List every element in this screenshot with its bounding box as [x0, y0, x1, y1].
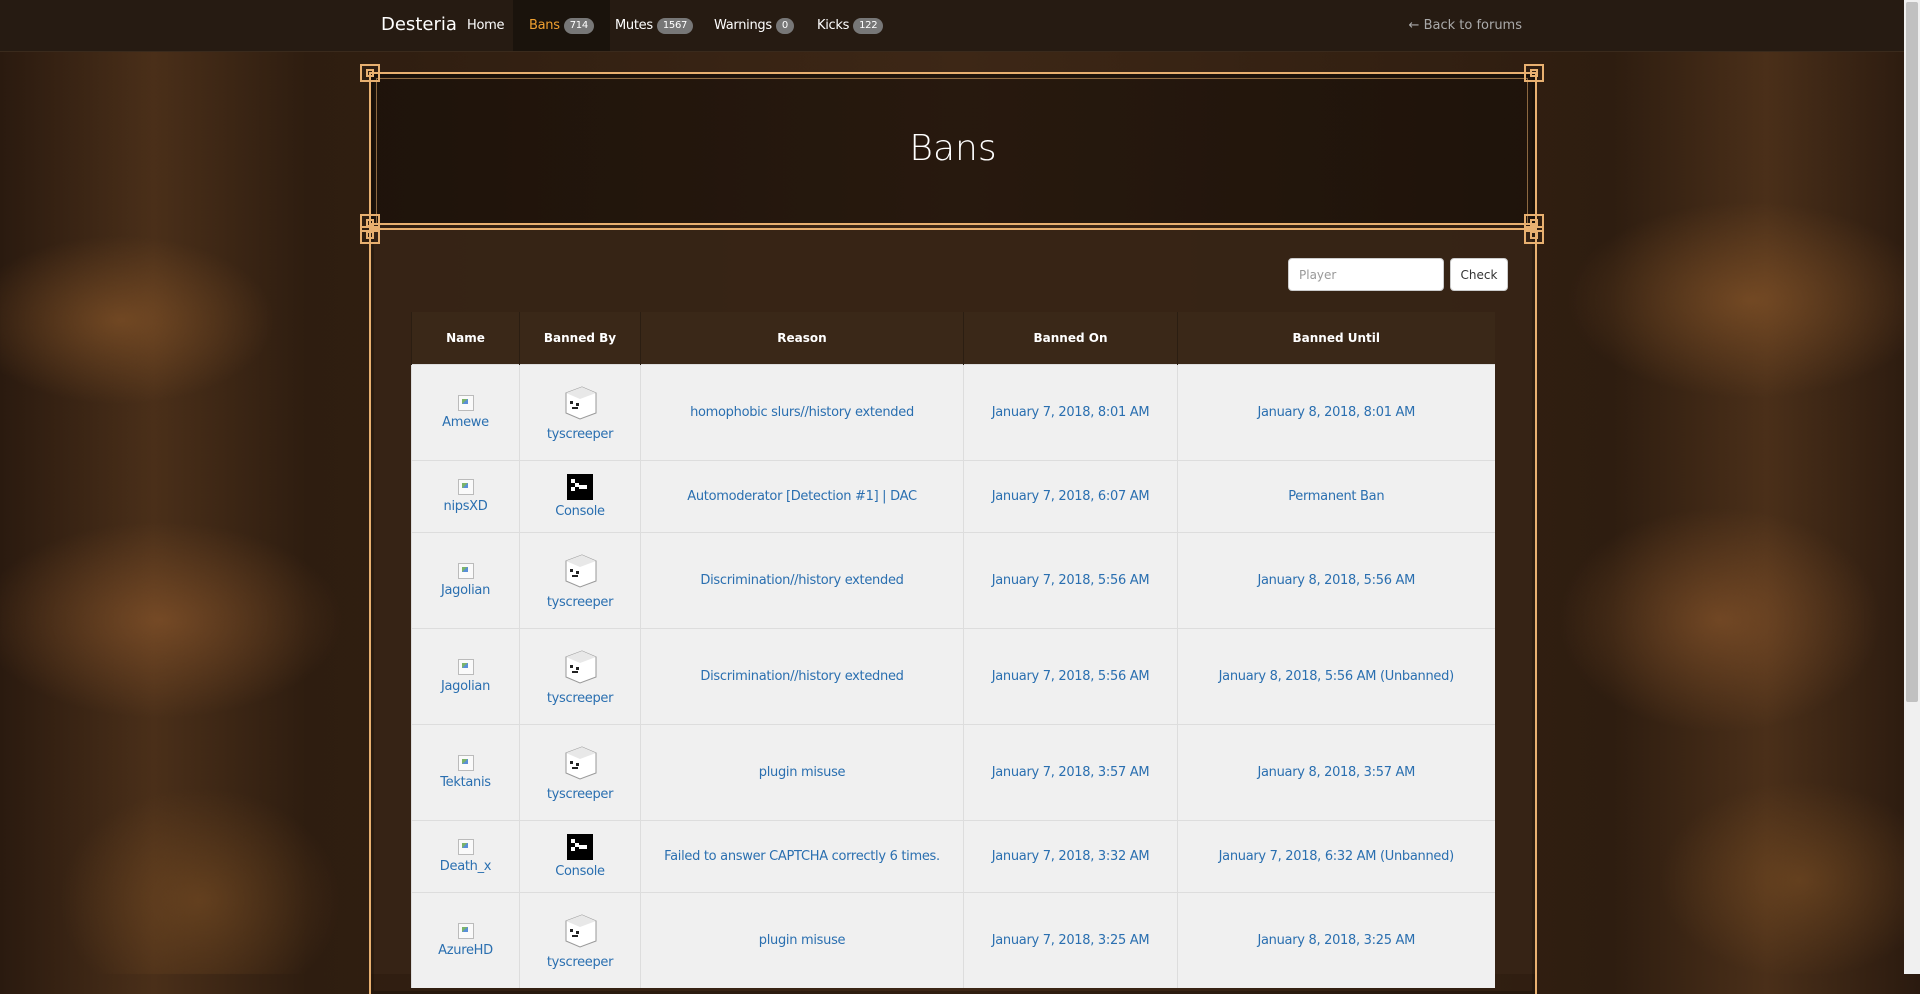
nav-warnings-label: Warnings: [714, 18, 772, 33]
table-row[interactable]: Tektanis tyscreeper plugin misuse Januar…: [411, 724, 1495, 821]
nav-home[interactable]: Home: [467, 0, 505, 51]
player-cell[interactable]: Jagolian: [411, 628, 520, 725]
header-reason: Reason: [640, 312, 964, 365]
nav-mutes[interactable]: Mutes 1567: [615, 0, 694, 51]
banned-on-cell[interactable]: January 7, 2018, 6:07 AM: [963, 460, 1178, 533]
header-divider: [369, 223, 1537, 230]
banned-until-cell[interactable]: January 8, 2018, 5:56 AM: [1177, 532, 1495, 629]
player-name[interactable]: Death_x: [412, 859, 519, 874]
staff-name: Console: [555, 504, 605, 519]
player-avatar-icon: [457, 479, 474, 495]
header-banned-until: Banned Until: [1177, 312, 1495, 365]
player-name[interactable]: Tektanis: [412, 775, 519, 790]
player-name[interactable]: AzureHD: [412, 943, 519, 958]
banned-until-cell[interactable]: January 8, 2018, 8:01 AM: [1177, 364, 1495, 461]
corner-ornament-top-right: [1524, 64, 1544, 82]
banned-on-cell[interactable]: January 7, 2018, 8:01 AM: [963, 364, 1178, 461]
banned-by-cell[interactable]: Console: [519, 460, 641, 533]
back-to-forums-link[interactable]: ← Back to forums: [1409, 0, 1522, 51]
banned-until-cell[interactable]: January 7, 2018, 6:32 AM (Unbanned): [1177, 820, 1495, 893]
staff-head-icon: [565, 554, 597, 588]
banned-by-cell[interactable]: tyscreeper: [519, 364, 641, 461]
corner-ornament-mid-right-2: [1524, 226, 1544, 244]
header-banned-by: Banned By: [519, 312, 641, 365]
staff-head-icon: [565, 650, 597, 684]
player-avatar-icon: [457, 395, 474, 411]
reason-cell[interactable]: Automoderator [Detection #1] | DAC: [640, 460, 964, 533]
mutes-count-badge: 1567: [656, 17, 694, 34]
table-row[interactable]: Jagolian tyscreeper Discrimination//hist…: [411, 532, 1495, 629]
bans-count-badge: 714: [563, 17, 594, 34]
reason-cell[interactable]: Discrimination//history extedned: [640, 628, 964, 725]
banned-on-cell[interactable]: January 7, 2018, 3:57 AM: [963, 724, 1178, 821]
scrollbar-thumb[interactable]: [1906, 2, 1918, 702]
staff-name: tyscreeper: [546, 955, 614, 970]
staff-head-icon: [565, 386, 597, 420]
nav-home-label: Home: [467, 18, 505, 33]
banned-on-cell[interactable]: January 7, 2018, 5:56 AM: [963, 628, 1178, 725]
player-cell[interactable]: Amewe: [411, 364, 520, 461]
reason-cell[interactable]: Discrimination//history extended: [640, 532, 964, 629]
console-icon: [567, 834, 593, 860]
player-avatar-icon: [457, 755, 474, 771]
header-name: Name: [411, 312, 520, 365]
staff-name: tyscreeper: [546, 595, 614, 610]
page-title: Bans: [909, 128, 997, 169]
staff-name: tyscreeper: [546, 787, 614, 802]
table-row[interactable]: Death_x Console Failed to answer CAPTCHA…: [411, 820, 1495, 893]
banned-by-cell[interactable]: tyscreeper: [519, 724, 641, 821]
staff-name: Console: [555, 864, 605, 879]
reason-cell[interactable]: Failed to answer CAPTCHA correctly 6 tim…: [640, 820, 964, 893]
table-header-row: Name Banned By Reason Banned On Banned U…: [411, 312, 1495, 365]
nav-kicks-label: Kicks: [817, 18, 850, 33]
staff-name: tyscreeper: [546, 427, 614, 442]
player-avatar-icon: [457, 839, 474, 855]
page-scrollbar[interactable]: [1904, 0, 1920, 974]
staff-head-icon: [565, 914, 597, 948]
player-cell[interactable]: Death_x: [411, 820, 520, 893]
top-navbar: Desteria Home Bans 714 Mutes 1567 Warnings…: [0, 0, 1904, 52]
player-name[interactable]: Jagolian: [412, 583, 519, 598]
nav-kicks[interactable]: Kicks 122: [817, 0, 884, 51]
player-name[interactable]: nipsXD: [412, 499, 519, 514]
warnings-count-badge: 0: [775, 17, 794, 34]
player-cell[interactable]: nipsXD: [411, 460, 520, 533]
table-row[interactable]: Amewe tyscreeper homophobic slurs//histo…: [411, 364, 1495, 461]
staff-name: tyscreeper: [546, 691, 614, 706]
banned-until-cell[interactable]: January 8, 2018, 5:56 AM (Unbanned): [1177, 628, 1495, 725]
staff-head-icon: [565, 746, 597, 780]
table-row[interactable]: Jagolian tyscreeper Discrimination//hist…: [411, 628, 1495, 725]
banned-until-cell[interactable]: Permanent Ban: [1177, 460, 1495, 533]
reason-cell[interactable]: homophobic slurs//history extended: [640, 364, 964, 461]
nav-mutes-label: Mutes: [615, 18, 653, 33]
player-avatar-icon: [457, 923, 474, 939]
reason-cell[interactable]: plugin misuse: [640, 724, 964, 821]
nav-bans[interactable]: Bans 714: [513, 0, 610, 51]
player-cell[interactable]: Jagolian: [411, 532, 520, 629]
banned-by-cell[interactable]: tyscreeper: [519, 532, 641, 629]
player-avatar-icon: [457, 563, 474, 579]
banned-until-cell[interactable]: January 8, 2018, 3:57 AM: [1177, 724, 1495, 821]
player-name[interactable]: Jagolian: [412, 679, 519, 694]
kicks-count-badge: 122: [853, 17, 884, 34]
banned-on-cell[interactable]: January 7, 2018, 3:32 AM: [963, 820, 1178, 893]
player-avatar-icon: [457, 659, 474, 675]
console-icon: [567, 474, 593, 500]
header-banned-on: Banned On: [963, 312, 1178, 365]
corner-ornament-top-left: [360, 64, 380, 82]
banned-on-cell[interactable]: January 7, 2018, 5:56 AM: [963, 532, 1178, 629]
nav-bans-label: Bans: [529, 18, 560, 33]
table-row[interactable]: nipsXD Console Automoderator [Detection …: [411, 460, 1495, 533]
corner-ornament-mid-left-2: [360, 226, 380, 244]
player-search-input[interactable]: [1288, 258, 1444, 291]
brand-logo[interactable]: Desteria: [381, 14, 457, 35]
check-button[interactable]: Check: [1450, 258, 1508, 291]
banned-by-cell[interactable]: tyscreeper: [519, 628, 641, 725]
banned-by-cell[interactable]: Console: [519, 820, 641, 893]
nav-warnings[interactable]: Warnings 0: [714, 0, 794, 51]
bans-table: Name Banned By Reason Banned On Banned U…: [411, 312, 1495, 988]
player-name[interactable]: Amewe: [412, 415, 519, 430]
player-cell[interactable]: Tektanis: [411, 724, 520, 821]
